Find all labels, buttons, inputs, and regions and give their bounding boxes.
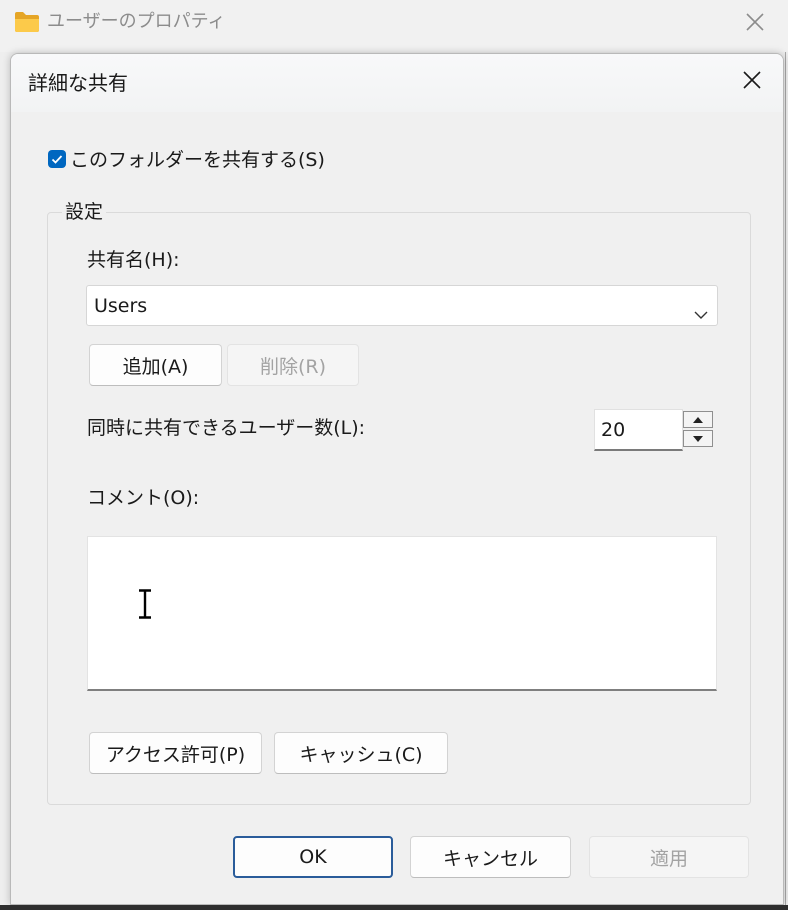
dialog-title: 詳細な共有 bbox=[28, 71, 128, 95]
remove-button[interactable]: 削除(R) bbox=[227, 344, 359, 386]
share-folder-label[interactable]: このフォルダーを共有する(S) bbox=[70, 147, 325, 173]
caching-button[interactable]: キャッシュ(C) bbox=[274, 732, 448, 774]
user-limit-value: 20 bbox=[601, 419, 626, 441]
apply-button[interactable]: 適用 bbox=[589, 836, 749, 878]
share-name-value: Users bbox=[94, 295, 148, 317]
close-icon[interactable] bbox=[744, 11, 766, 33]
chevron-down-icon[interactable] bbox=[694, 302, 708, 319]
outer-window-title: ユーザーのプロパティ bbox=[47, 11, 226, 32]
triangle-up-icon bbox=[693, 416, 703, 423]
checkmark-icon bbox=[51, 155, 63, 164]
folder-icon bbox=[14, 11, 40, 33]
ok-button[interactable]: OK bbox=[233, 836, 393, 878]
share-folder-checkbox[interactable] bbox=[48, 150, 66, 168]
user-limit-input[interactable]: 20 bbox=[594, 409, 683, 451]
share-name-combobox[interactable]: Users bbox=[86, 285, 718, 326]
spin-up-button[interactable] bbox=[683, 411, 713, 428]
comment-textarea[interactable] bbox=[87, 536, 717, 691]
screen-bottom-edge bbox=[0, 905, 788, 910]
settings-group-label: 設定 bbox=[62, 199, 107, 225]
comment-label: コメント(O): bbox=[87, 487, 200, 509]
cancel-button[interactable]: キャンセル bbox=[410, 836, 571, 878]
text-cursor-icon bbox=[137, 589, 153, 619]
triangle-down-icon bbox=[693, 435, 703, 442]
user-limit-label: 同時に共有できるユーザー数(L): bbox=[87, 417, 366, 439]
spin-down-button[interactable] bbox=[683, 430, 713, 447]
outer-window-border bbox=[785, 52, 786, 905]
share-name-label: 共有名(H): bbox=[87, 249, 180, 271]
advanced-sharing-dialog: 詳細な共有 このフォルダーを共有する(S) 設定 共有名(H): Users 追… bbox=[10, 53, 784, 905]
permissions-button[interactable]: アクセス許可(P) bbox=[89, 732, 262, 774]
close-icon[interactable] bbox=[741, 69, 763, 91]
add-button[interactable]: 追加(A) bbox=[89, 344, 222, 386]
